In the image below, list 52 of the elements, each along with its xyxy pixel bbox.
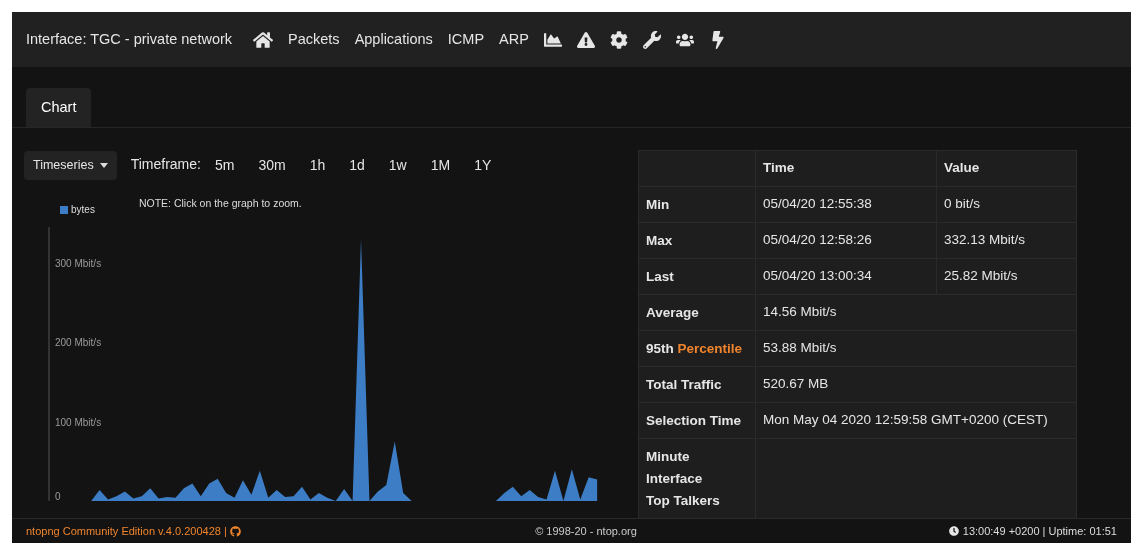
row-label: Last	[638, 258, 756, 295]
row-label: Min	[638, 186, 756, 223]
nav-link[interactable]: Applications	[354, 28, 433, 51]
copyright-text: © 1998-20 - ntop.org	[534, 523, 638, 539]
timeframe-button[interactable]: 1M	[426, 155, 455, 176]
timeframe-button[interactable]: 1d	[345, 155, 369, 176]
table-cell: 520.67 MB	[755, 366, 1077, 403]
timeframe-button[interactable]: 1h	[305, 155, 330, 176]
timeframe-button[interactable]: 1Y	[470, 155, 496, 176]
nav-link[interactable]: Packets	[288, 28, 340, 51]
github-icon[interactable]	[229, 525, 241, 537]
timeseries-dropdown[interactable]: Timeseries	[24, 151, 117, 180]
row-label: Max	[638, 222, 756, 259]
column-header: Value	[936, 150, 1077, 187]
row-label: 95th Percentile	[638, 330, 756, 367]
settings-icon[interactable]	[609, 30, 628, 49]
timeframe-button[interactable]: 5m	[210, 155, 239, 176]
caret-icon	[99, 163, 108, 168]
table-cell: 05/04/20 13:00:34	[755, 258, 937, 295]
table-cell: 05/04/20 12:55:38	[755, 186, 937, 223]
row-label: Minute Interface Top Talkers	[638, 438, 756, 519]
warning-icon[interactable]	[576, 30, 595, 49]
row-label: Average	[638, 294, 756, 331]
zoom-note: NOTE: Click on the graph to zoom.	[138, 196, 302, 211]
row-label: Total Traffic	[638, 366, 756, 403]
y-tick-label: 200 Mbit/s	[55, 337, 102, 349]
clock-text: 13:00:49 +0200 | Uptime: 01:51	[962, 523, 1117, 539]
tab[interactable]: Chart	[26, 88, 92, 127]
timeframe-label: Timeframe:	[130, 154, 201, 174]
clock-icon	[948, 526, 959, 536]
home-icon[interactable]	[253, 30, 274, 49]
y-tick-label: 0	[55, 491, 61, 502]
y-tick-label: 300 Mbit/s	[55, 257, 102, 269]
y-tick-label: 100 Mbit/s	[55, 416, 102, 428]
edition-text: ntopng Community Edition v.4.0.200428 |	[26, 523, 227, 539]
row-label: Selection Time	[638, 402, 756, 439]
table-cell: 14.56 Mbit/s	[755, 294, 1077, 331]
area-chart-icon[interactable]	[543, 30, 562, 49]
table-cell: 0 bit/s	[936, 186, 1077, 223]
wrench-icon[interactable]	[642, 30, 661, 49]
nav-link[interactable]: ARP	[499, 28, 529, 51]
nav-link[interactable]: ICMP	[447, 28, 485, 51]
timeframe-button[interactable]: 30m	[254, 155, 290, 176]
table-cell: 332.13 Mbit/s	[936, 222, 1077, 259]
interface-title: Interface: TGC - private network	[26, 29, 233, 49]
column-header: Time	[755, 150, 937, 187]
table-cell: 25.82 Mbit/s	[936, 258, 1077, 295]
table-cell: 05/04/20 12:58:26	[755, 222, 937, 259]
timeframe-button[interactable]: 1w	[384, 155, 411, 176]
legend-label: bytes	[71, 203, 95, 217]
table-cell: Mon May 04 2020 12:59:58 GMT+0200 (CEST)	[755, 402, 1077, 439]
table-cell: 53.88 Mbit/s	[755, 330, 1077, 367]
